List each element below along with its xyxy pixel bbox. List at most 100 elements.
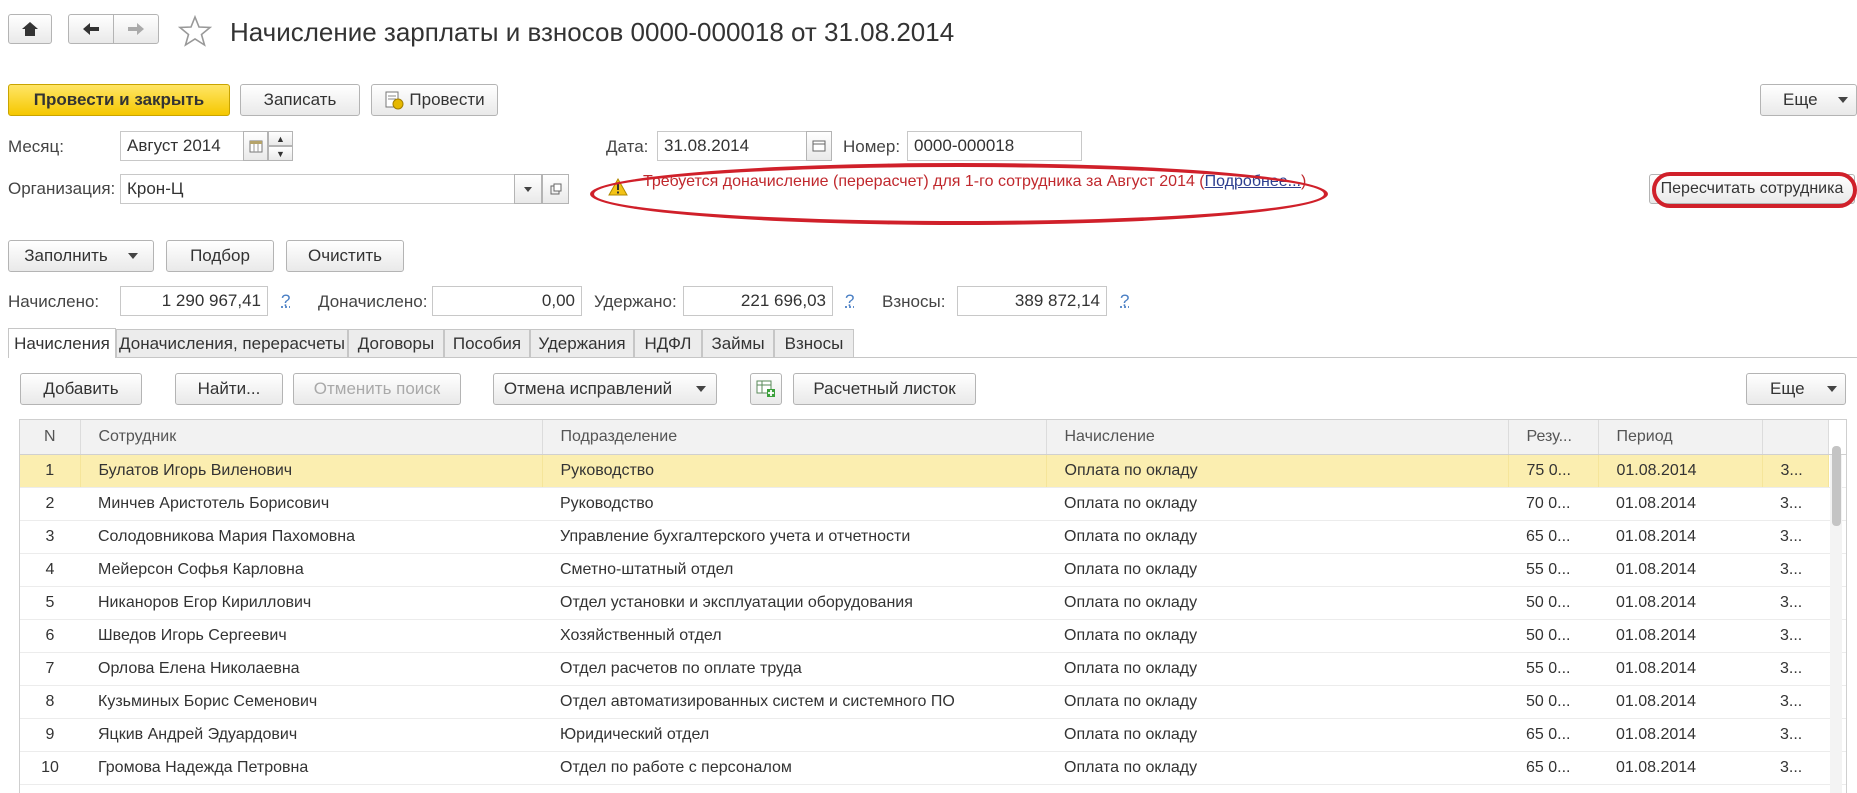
cell-employee: Мейерсон Софья Карловна	[80, 553, 542, 587]
payslip-button[interactable]: Расчетный листок	[793, 373, 976, 405]
cancel-corrections-button[interactable]: Отмена исправлений	[493, 373, 717, 405]
column-header-extra[interactable]	[1762, 420, 1829, 455]
cell-extra: 3...	[1762, 619, 1828, 653]
organization-open-button[interactable]	[542, 174, 569, 204]
page-title: Начисление зарплаты и взносов 0000-00001…	[230, 17, 955, 47]
organization-field[interactable]: Крон-Ц	[120, 174, 515, 204]
add-button[interactable]: Добавить	[20, 373, 142, 405]
number-field[interactable]: 0000-000018	[907, 131, 1082, 161]
cell-accrual: Оплата по окладу	[1046, 718, 1508, 752]
cell-accrual: Оплата по окладу	[1046, 619, 1508, 653]
post-document-icon	[385, 91, 404, 110]
cell-period: 01.08.2014	[1598, 685, 1762, 719]
post-button[interactable]: Провести	[371, 84, 498, 116]
add-row-table-button[interactable]	[750, 373, 782, 405]
cell-accrual: Оплата по окладу	[1046, 652, 1508, 686]
back-button[interactable]	[68, 14, 114, 44]
table-more-button[interactable]: Еще	[1746, 373, 1846, 405]
cell-department: Сметно-штатный отдел	[542, 553, 1046, 587]
withheld-help-icon[interactable]: ?	[845, 291, 854, 311]
column-header-period[interactable]: Период	[1598, 420, 1763, 455]
tab-accruals[interactable]: Начисления	[8, 328, 116, 358]
month-down-button[interactable]: ▼	[268, 146, 293, 161]
column-header-n[interactable]: N	[20, 420, 81, 455]
table-row[interactable]: 9 Яцкив Андрей Эдуардович Юридический отде…	[20, 718, 1846, 752]
column-header-result[interactable]: Резу...	[1508, 420, 1599, 455]
month-field[interactable]: Август 2014	[120, 131, 244, 161]
table-row[interactable]: 8 Кузьминых Борис Семенович Отдел автомати…	[20, 685, 1846, 719]
cell-department: Отдел расчетов по оплате труда	[542, 652, 1046, 686]
cancel-search-button[interactable]: Отменить поиск	[293, 373, 461, 405]
cell-period: 01.08.2014	[1598, 718, 1762, 752]
cell-department: Руководство	[541, 454, 1046, 488]
cell-n: 3	[20, 520, 80, 554]
table-row[interactable]: 2 Минчев Аристотель Борисович Руководство О…	[20, 487, 1846, 521]
withheld-field: 221 696,03	[683, 286, 833, 316]
cell-result: 65 0...	[1508, 718, 1598, 752]
chevron-down-icon	[1826, 386, 1837, 392]
contributions-field: 389 872,14	[957, 286, 1107, 316]
table-row[interactable]: 1 Булатов Игорь Виленович Руководство Оплат…	[20, 454, 1846, 488]
cell-department: Хозяйственный отдел	[542, 619, 1046, 653]
tab-deductions[interactable]: Удержания	[530, 329, 634, 357]
forward-button[interactable]	[113, 14, 159, 44]
accrued-help-icon[interactable]: ?	[281, 291, 290, 311]
tab-loans[interactable]: Займы	[702, 329, 774, 357]
table-row[interactable]: 4 Мейерсон Софья Карловна Сметно-штатный о…	[20, 553, 1846, 587]
home-button[interactable]	[8, 14, 52, 44]
table-row[interactable]: 10 Громова Надежда Петровна Отдел по работ…	[20, 751, 1846, 785]
fill-button[interactable]: Заполнить	[8, 240, 154, 272]
organization-dropdown-button[interactable]	[514, 174, 542, 204]
cell-n: 2	[20, 487, 80, 521]
tab-ndfl[interactable]: НДФЛ	[634, 329, 702, 357]
table-row[interactable]: 7 Орлова Елена Николаевна Отдел расчетов п…	[20, 652, 1846, 686]
accrued-field: 1 290 967,41	[120, 286, 268, 316]
find-button[interactable]: Найти...	[175, 373, 283, 405]
cell-employee: Шведов Игорь Сергеевич	[80, 619, 542, 653]
more-button[interactable]: Еще	[1760, 84, 1857, 116]
star-icon[interactable]	[178, 15, 212, 47]
table-body: 1 Булатов Игорь Виленович Руководство Оплат…	[20, 454, 1846, 785]
cell-n: 5	[20, 586, 80, 620]
scrollbar-thumb[interactable]	[1832, 446, 1841, 526]
cell-accrual: Оплата по окладу	[1046, 685, 1508, 719]
chevron-down-icon	[524, 186, 532, 192]
column-header-accrual[interactable]: Начисление	[1046, 420, 1509, 455]
cell-extra: 3...	[1762, 685, 1828, 719]
cell-extra: 3...	[1762, 652, 1828, 686]
month-calendar-button[interactable]	[243, 131, 268, 161]
cell-employee: Никаноров Егор Кириллович	[80, 586, 542, 620]
month-label: Месяц:	[8, 137, 64, 156]
clear-button[interactable]: Очистить	[286, 240, 404, 272]
select-button[interactable]: Подбор	[166, 240, 274, 272]
cell-result: 55 0...	[1508, 652, 1598, 686]
contributions-help-icon[interactable]: ?	[1120, 291, 1129, 311]
chevron-down-icon	[1837, 97, 1848, 103]
tab-benefits[interactable]: Пособия	[444, 329, 530, 357]
cell-extra: 3...	[1762, 553, 1828, 587]
post-and-close-button[interactable]: Провести и закрыть	[8, 84, 230, 116]
cell-n: 10	[20, 751, 80, 785]
warning-highlight-ellipse	[590, 163, 1328, 225]
cell-result: 70 0...	[1508, 487, 1598, 521]
cell-extra: 3...	[1762, 718, 1828, 752]
cell-extra: 3...	[1762, 751, 1828, 785]
month-up-button[interactable]: ▲	[268, 131, 293, 146]
cell-extra: 3...	[1762, 520, 1828, 554]
save-button[interactable]: Записать	[240, 84, 360, 116]
date-calendar-button[interactable]	[806, 131, 832, 161]
tab-contributions[interactable]: Взносы	[774, 329, 854, 357]
tab-contracts[interactable]: Договоры	[348, 329, 444, 357]
cell-result: 65 0...	[1508, 751, 1598, 785]
additional-label: Доначислено:	[318, 292, 428, 311]
date-field[interactable]: 31.08.2014	[657, 131, 807, 161]
tab-additional-accruals[interactable]: Доначисления, перерасчеты	[116, 329, 348, 357]
column-header-department[interactable]: Подразделение	[542, 420, 1047, 455]
fill-button-label: Заполнить	[24, 246, 108, 265]
table-row[interactable]: 3 Солодовникова Мария Пахомовна Управление…	[20, 520, 1846, 554]
table-row[interactable]: 6 Шведов Игорь Сергеевич Хозяйственный отд…	[20, 619, 1846, 653]
cell-period: 01.08.2014	[1598, 487, 1762, 521]
withheld-label: Удержано:	[594, 292, 677, 311]
table-row[interactable]: 5 Никаноров Егор Кириллович Отдел установк…	[20, 586, 1846, 620]
column-header-employee[interactable]: Сотрудник	[80, 420, 543, 455]
